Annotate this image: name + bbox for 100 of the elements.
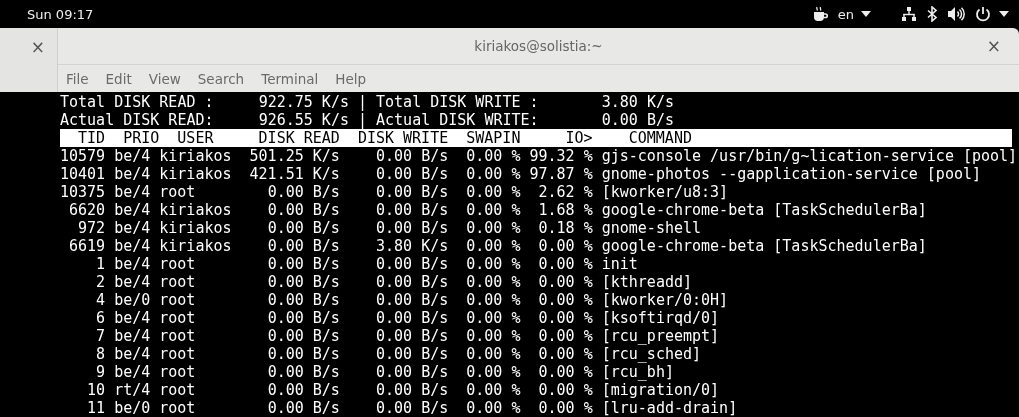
menu-item[interactable]: Terminal (261, 70, 327, 87)
menu-item[interactable]: Search (197, 70, 253, 87)
table-cell-text: root (159, 345, 197, 363)
power-icon[interactable] (975, 6, 991, 22)
stat-value: 3.80 K/s (600, 93, 675, 111)
menu-item[interactable]: Help (335, 70, 375, 87)
table-cell-text: 99.32 % (528, 147, 593, 165)
table-cell-text: 0.18 % (537, 219, 593, 237)
column-header[interactable]: TID (60, 129, 106, 147)
table-cell-text: 3.80 K/s (375, 237, 449, 255)
close-button[interactable]: × (26, 38, 49, 56)
table-cell-text: 0.00 % (465, 345, 521, 363)
table-cell-text: kiriakos (159, 219, 233, 237)
table-cell-text: 0.00 B/s (375, 309, 449, 327)
cup-icon[interactable] (811, 6, 828, 22)
table-cell: gjs-console /usr/bin/g~lication-service [pool] (601, 147, 1018, 165)
table-cell: be/4 (114, 237, 151, 255)
table-cell: 10375 (60, 183, 106, 201)
column-header[interactable]: PRIO (123, 129, 160, 147)
table-cell-text: 501.25 K/s (248, 147, 340, 165)
table-cell-text: 0.00 B/s (266, 273, 340, 291)
table-cell-text: 0.00 B/s (375, 327, 449, 345)
language-menu[interactable]: en (837, 6, 871, 22)
table-cell: be/4 (114, 255, 151, 273)
table-cell-text: 0.00 B/s (266, 183, 340, 201)
table-cell: [rcu_bh] (601, 363, 674, 381)
close-button[interactable]: × (982, 37, 1005, 55)
table-cell-text: 0.00 B/s (375, 381, 449, 399)
table-cell-text: 9 (95, 363, 106, 381)
column-header[interactable]: COMMAND (628, 129, 692, 147)
window-title: kiriakos@solistia:~ (474, 38, 603, 54)
column-header[interactable]: DISK WRITE (357, 129, 449, 147)
table-cell-text: root (159, 381, 197, 399)
caret-icon[interactable] (861, 11, 871, 17)
table-cell-text: 0.00 % (465, 273, 521, 291)
column-header[interactable]: DISK READ (258, 129, 340, 147)
table-cell-text: 0.00 B/s (266, 201, 340, 219)
bluetooth-icon[interactable] (927, 6, 937, 22)
table-cell-text: 421.51 K/s (248, 165, 340, 183)
table-cell-text: root (159, 399, 197, 417)
column-header[interactable]: IO> (565, 129, 593, 147)
table-cell-text: 0.00 B/s (375, 147, 449, 165)
table-cell: rt/4 (114, 381, 151, 399)
table-cell-text: 0.00 B/s (375, 273, 449, 291)
table-cell-text: 0.00 % (465, 363, 521, 381)
table-cell-text: kiriakos (159, 147, 233, 165)
table-cell-text: 0.00 % (465, 237, 521, 255)
table-cell: gnome-shell (601, 219, 702, 237)
table-cell: [lru-add-drain] (601, 399, 738, 417)
table-cell-text: 0.00 B/s (375, 165, 449, 183)
table-cell-text: 2 (95, 273, 106, 291)
table-cell-text: 0.00 B/s (266, 255, 340, 273)
table-cell-text: root (159, 183, 197, 201)
stat-label: Total DISK READ : (60, 93, 214, 111)
column-header[interactable]: SWAPIN (466, 129, 521, 147)
table-cell: be/4 (114, 165, 151, 183)
table-cell: 10579 (60, 147, 106, 165)
table-cell-text: 0.00 % (465, 399, 521, 417)
table-cell-text: 6620 (68, 201, 106, 219)
table-cell-text: root (159, 291, 197, 309)
table-cell: be/4 (114, 273, 151, 291)
table-cell-text: 11 (86, 399, 106, 417)
table-cell-text: 0.00 B/s (375, 201, 449, 219)
column-header[interactable]: USER (177, 129, 214, 147)
stat-value: 926.55 K/s (257, 111, 349, 129)
menu-item[interactable]: Edit (105, 70, 140, 87)
table-cell-text: kiriakos (159, 237, 233, 255)
menu-item[interactable]: View (148, 70, 189, 87)
table-cell-text: kiriakos (159, 201, 233, 219)
table-cell: [ksoftirqd/0] (601, 309, 720, 327)
table-cell-text: 0.00 B/s (266, 219, 340, 237)
separator-text: | (358, 111, 367, 129)
table-cell-text: 1 (95, 255, 106, 273)
clock[interactable]: Sun 09:17 (27, 6, 94, 22)
table-cell-text: 0.00 % (537, 399, 593, 417)
table-cell-text: 0.00 B/s (266, 363, 340, 381)
table-cell-text: 0.00 B/s (266, 327, 340, 345)
table-cell-text: 0.00 % (465, 183, 521, 201)
caret-icon[interactable] (999, 11, 1009, 17)
table-cell-text: 0.00 B/s (266, 309, 340, 327)
table-cell: be/4 (114, 327, 151, 345)
table-cell-text: 0.00 % (465, 309, 521, 327)
table-cell-text: 0.00 B/s (375, 183, 449, 201)
table-cell-text: 0.00 % (537, 381, 593, 399)
menu-item[interactable]: File (66, 70, 97, 87)
table-cell-text: root (159, 255, 197, 273)
separator-text: | (358, 93, 367, 111)
table-cell: [kworker/u8:3] (601, 183, 729, 201)
table-cell-text: 6 (95, 309, 106, 327)
stat-label: Actual DISK WRITE: (376, 111, 539, 129)
table-cell: be/4 (114, 183, 151, 201)
table-cell: [kthreadd] (601, 273, 693, 291)
table-cell: init (601, 255, 638, 273)
table-cell: be/4 (114, 219, 151, 237)
table-cell-text: root (159, 273, 197, 291)
volume-icon[interactable] (947, 6, 965, 22)
table-cell-text: 0.00 % (465, 381, 521, 399)
table-cell: google-chrome-beta [TaskSchedulerBa] (601, 237, 927, 255)
stat-value: 0.00 B/s (600, 111, 675, 129)
network-icon[interactable] (901, 6, 917, 22)
